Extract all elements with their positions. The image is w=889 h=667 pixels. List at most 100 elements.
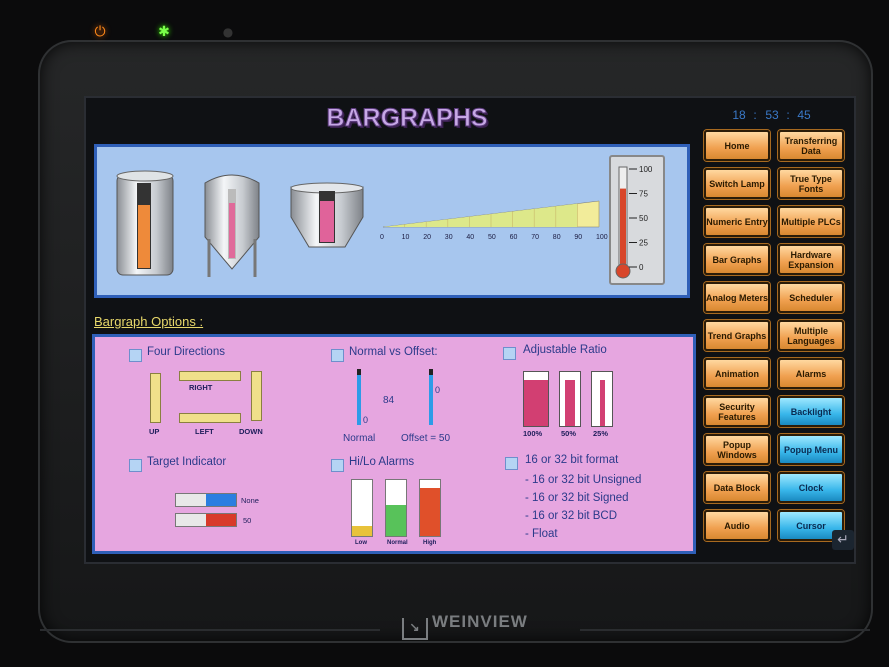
format-checkbox[interactable] bbox=[505, 457, 518, 470]
direction-bar-up bbox=[150, 373, 161, 423]
alarm-bar-fill bbox=[352, 526, 372, 536]
menu-button-switch-lamp[interactable]: Switch Lamp bbox=[704, 168, 770, 199]
ramp-tick-label: 40 bbox=[466, 234, 474, 241]
four-directions-checkbox[interactable] bbox=[129, 349, 142, 362]
adjustable-ratio-label: Adjustable Ratio bbox=[523, 344, 607, 356]
normal-vs-offset-checkbox[interactable] bbox=[331, 349, 344, 362]
hi-lo-alarms-label: Hi/Lo Alarms bbox=[349, 456, 415, 468]
thermo-scale-label: 25 bbox=[639, 239, 648, 248]
bezel-divider bbox=[580, 629, 870, 631]
ramp-tick-label: 10 bbox=[402, 234, 410, 241]
format-item: - 16 or 32 bit BCD bbox=[525, 510, 618, 522]
menu-button-multiple-plcs[interactable]: Multiple PLCs bbox=[778, 206, 844, 237]
ramp-tick-label: 100 bbox=[596, 234, 608, 241]
ramp-tick-label: 20 bbox=[423, 234, 431, 241]
enter-key-icon[interactable]: ↵ bbox=[832, 530, 854, 550]
ramp-tick-label: 80 bbox=[553, 234, 561, 241]
ratio-label-25: 25% bbox=[593, 429, 609, 438]
alarm-bar-fill bbox=[386, 505, 406, 536]
ramp-bargraph: 0 10 20 30 40 50 60 70 80 90 100 bbox=[380, 200, 608, 241]
hopper-tank bbox=[290, 182, 364, 248]
menu-button-home[interactable]: Home bbox=[704, 130, 770, 161]
clock-separator: : bbox=[786, 108, 790, 122]
thermo-scale-label: 0 bbox=[639, 263, 644, 272]
alarm-bars bbox=[351, 479, 451, 539]
direction-down-label: DOWN bbox=[239, 427, 263, 436]
ratio-label-50: 50% bbox=[561, 429, 577, 438]
menu-button-bar-graphs[interactable]: Bar Graphs bbox=[704, 244, 770, 275]
ratio-label-100: 100% bbox=[523, 429, 543, 438]
bar-value: 84 bbox=[383, 395, 395, 406]
menu-button-numeric-entry[interactable]: Numeric Entry bbox=[704, 206, 770, 237]
menu-button-alarms[interactable]: Alarms bbox=[778, 358, 844, 389]
menu-button-security-features[interactable]: Security Features bbox=[704, 396, 770, 427]
offset-zero-label: 0 bbox=[435, 385, 441, 395]
ramp-tick-label: 50 bbox=[488, 234, 496, 241]
format-label: 16 or 32 bit format bbox=[525, 454, 619, 466]
thermo-scale-label: 75 bbox=[639, 190, 648, 199]
target-bar-none bbox=[175, 493, 237, 507]
brand-name: WEINVIEW bbox=[432, 612, 528, 631]
menu-button-analog-meters[interactable]: Analog Meters bbox=[704, 282, 770, 313]
ramp-tick-label: 60 bbox=[510, 234, 518, 241]
options-heading: Bargraph Options : bbox=[94, 314, 204, 329]
clock-hours: 18 bbox=[732, 108, 746, 122]
alarm-normal-label: Normal bbox=[387, 540, 408, 546]
menu-button-data-block[interactable]: Data Block bbox=[704, 472, 770, 503]
direction-bar-left bbox=[179, 413, 241, 423]
clock-minutes: 53 bbox=[765, 108, 779, 122]
format-item: - 16 or 32 bit Signed bbox=[525, 492, 629, 504]
direction-left-label: LEFT bbox=[195, 427, 214, 436]
comm-led-icon: ● bbox=[222, 25, 234, 39]
direction-right-label: RIGHT bbox=[189, 383, 213, 392]
menu-button-hardware-expansion[interactable]: Hardware Expansion bbox=[778, 244, 844, 275]
menu-button-animation[interactable]: Animation bbox=[704, 358, 770, 389]
menu-button-scheduler[interactable]: Scheduler bbox=[778, 282, 844, 313]
power-led-icon: ⏻ bbox=[94, 24, 106, 40]
ratio-bar-100 bbox=[523, 371, 549, 427]
run-led-icon: ✱ bbox=[158, 24, 170, 40]
bargraph-demo-panel: 0 10 20 30 40 50 60 70 80 90 100 100 75 50 25 0 bbox=[94, 144, 690, 298]
adjustable-ratio-checkbox[interactable] bbox=[503, 347, 516, 360]
direction-bar-down bbox=[251, 371, 262, 421]
normal-bar bbox=[357, 371, 361, 425]
ramp-tick-label: 30 bbox=[445, 234, 453, 241]
clock-separator: : bbox=[753, 108, 757, 122]
menu-button-clock[interactable]: Clock bbox=[778, 472, 844, 503]
direction-up-label: UP bbox=[149, 427, 160, 436]
menu-button-multiple-languages[interactable]: Multiple Languages bbox=[778, 320, 844, 351]
target-indicator-checkbox[interactable] bbox=[129, 459, 142, 472]
alarm-bar-normal bbox=[385, 479, 407, 537]
menu-button-popup-windows[interactable]: Popup Windows bbox=[704, 434, 770, 465]
hi-lo-alarms-checkbox[interactable] bbox=[331, 459, 344, 472]
menu-button-trend-graphs[interactable]: Trend Graphs bbox=[704, 320, 770, 351]
ramp-tick-label: 90 bbox=[574, 234, 582, 241]
normal-caption: Normal bbox=[343, 433, 376, 444]
format-item: - 16 or 32 bit Unsigned bbox=[525, 474, 642, 486]
alarm-bar-high bbox=[419, 479, 441, 537]
ramp-tick-label: 0 bbox=[380, 234, 384, 241]
target-indicator-label: Target Indicator bbox=[147, 456, 227, 468]
target-none-label: None bbox=[241, 496, 259, 505]
menu-button-backlight[interactable]: Backlight bbox=[778, 396, 844, 427]
thermo-scale-label: 50 bbox=[639, 214, 648, 223]
offset-bar-marker bbox=[429, 369, 433, 375]
normal-bar-marker bbox=[357, 369, 361, 375]
alarm-bar-fill bbox=[420, 488, 440, 536]
menu-button-popup-menu[interactable]: Popup Menu bbox=[778, 434, 844, 465]
menu-button-audio[interactable]: Audio bbox=[704, 510, 770, 541]
bezel-divider bbox=[40, 629, 380, 631]
hmi-screen: BARGRAPHS 18 : 53 : 45 0 10 20 30 40 50 … bbox=[84, 96, 856, 564]
conical-tank bbox=[204, 174, 260, 277]
format-item: - Float bbox=[525, 528, 558, 540]
thermo-scale-label: 100 bbox=[639, 165, 653, 174]
target-50-label: 50 bbox=[243, 516, 252, 525]
bargraph-options-panel: Four Directions RIGHT UP LEFT DOWN Norma… bbox=[92, 334, 696, 554]
normal-vs-offset-label: Normal vs Offset: bbox=[349, 346, 438, 358]
clock-seconds: 45 bbox=[797, 108, 811, 122]
brand-logo: ↘ WEINVIEW bbox=[402, 612, 562, 640]
direction-bar-right bbox=[179, 371, 241, 381]
menu-button-true-type-fonts[interactable]: True Type Fonts bbox=[778, 168, 844, 199]
menu-button-transferring-data[interactable]: Transferring Data bbox=[778, 130, 844, 161]
ramp-tick-label: 70 bbox=[531, 234, 539, 241]
